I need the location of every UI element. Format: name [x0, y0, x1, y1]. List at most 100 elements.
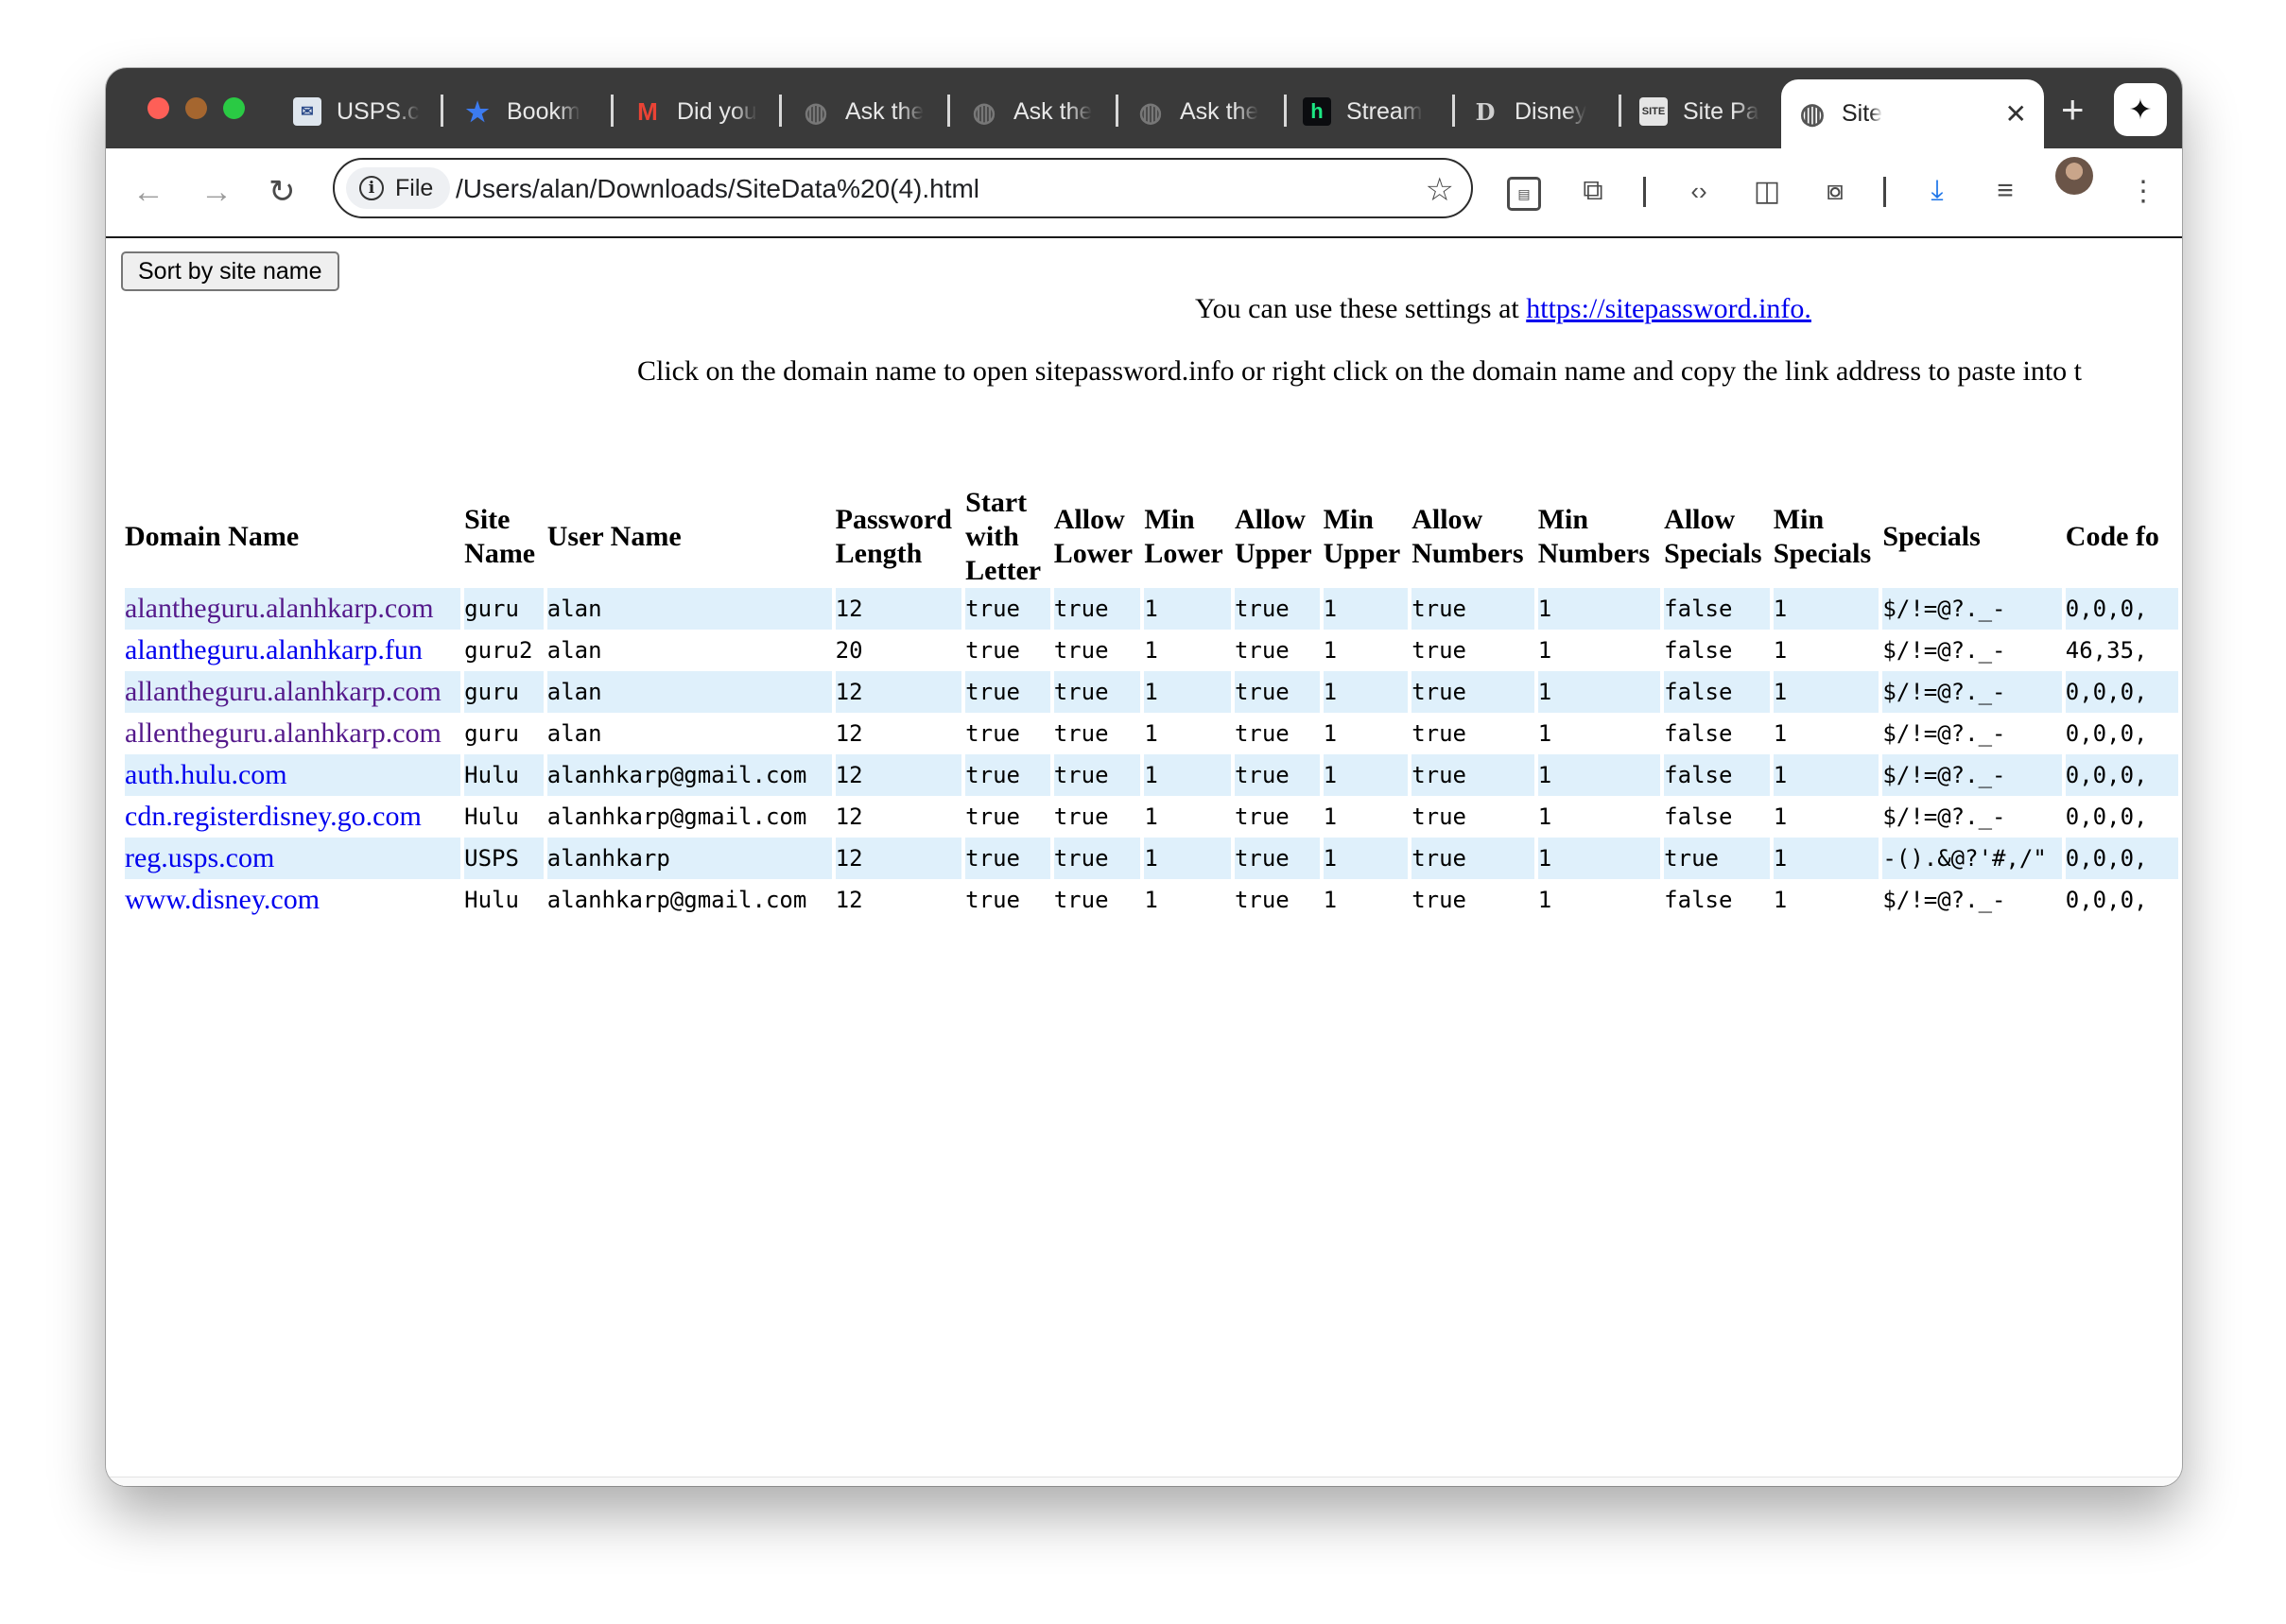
header-text: User Name [546, 521, 682, 552]
header-text: Length [835, 538, 923, 569]
more-menu-icon[interactable]: ⋮ [2125, 173, 2161, 209]
user-name-cell: alanhkarp@gmail.com [546, 803, 807, 830]
domain-link[interactable]: cdn.registerdisney.go.com [125, 801, 422, 832]
tab-separator [1284, 95, 1287, 127]
domain-link[interactable]: allantheguru.alanhkarp.com [125, 676, 442, 707]
table-row: reg.usps.com USPS alanhkarp 12 true true 1 true… [125, 838, 2178, 879]
allow-lower-cell: true [1053, 887, 1109, 913]
site-name-cell: USPS [464, 838, 544, 879]
header-text: Site [464, 504, 511, 535]
tab-title: Ask the [845, 97, 925, 125]
sort-by-site-name-button[interactable]: Sort by site name [121, 251, 339, 291]
code-brackets-icon[interactable]: ‹› [1681, 173, 1717, 209]
header-text: Allow [1053, 504, 1125, 535]
domain-link[interactable]: reg.usps.com [125, 842, 274, 873]
gemini-sparkle-icon[interactable]: ✦ [2114, 83, 2167, 136]
code-for-cell: 0,0,0, [2065, 887, 2148, 913]
allow-lower-cell: true [1053, 720, 1109, 747]
min-specials-cell: 1 [1773, 720, 1788, 747]
header-text: Upper [1234, 538, 1312, 569]
tab-ask-the-1[interactable]: ◍ Ask the [802, 93, 944, 130]
col-header-password-length: Password Length [836, 486, 962, 588]
site-info-chip[interactable]: i File [346, 167, 451, 209]
domain-link[interactable]: www.disney.com [125, 884, 320, 915]
code-for-cell: 0,0,0, [2065, 720, 2148, 747]
globe-icon: ◍ [972, 96, 996, 127]
header-text: Min [1773, 504, 1825, 535]
password-length-cell: 12 [835, 803, 863, 830]
domain-cell: www.disney.com [125, 879, 460, 921]
col-header-code-for: Code fo [2066, 486, 2178, 588]
minimize-window-button[interactable] [185, 97, 207, 119]
header-text: Lower [1144, 538, 1223, 569]
address-url[interactable]: /Users/alan/Downloads/SiteData%20(4).htm… [456, 174, 979, 204]
domain-link[interactable]: alantheguru.alanhkarp.com [125, 593, 434, 624]
tab-gmail[interactable]: M Did you [633, 93, 775, 130]
maximize-window-button[interactable] [223, 97, 245, 119]
col-header-min-numbers: Min Numbers [1538, 486, 1660, 588]
tab-ask-the-3[interactable]: ◍ Ask the [1136, 93, 1278, 130]
forward-arrow-icon[interactable]: → [200, 175, 233, 209]
tab-disney[interactable]: D Disney [1471, 93, 1613, 130]
tab-separator [1452, 95, 1455, 127]
domain-link[interactable]: alantheguru.alanhkarp.fun [125, 634, 423, 665]
domain-link[interactable]: auth.hulu.com [125, 759, 287, 790]
code-for-cell: 0,0,0, [2065, 803, 2148, 830]
download-icon[interactable]: ⤓ [1919, 173, 1955, 209]
col-header-start-with-letter: Start with Letter [965, 486, 1050, 588]
sitepassword-link[interactable]: https://sitepassword.info. [1526, 293, 1811, 324]
allow-upper-cell: true [1234, 671, 1320, 713]
instructions-text: Click on the domain name to open sitepas… [637, 355, 2083, 387]
header-text: Letter [965, 555, 1042, 586]
tab-site-pa[interactable]: SITE Site Pa [1639, 93, 1781, 130]
back-arrow-icon[interactable]: ← [132, 175, 165, 209]
tab-bookmarks[interactable]: ★ Bookm [463, 93, 605, 130]
profile-avatar[interactable] [2055, 157, 2093, 195]
header-text: Name [464, 538, 536, 569]
user-name-cell: alanhkarp@gmail.com [546, 754, 832, 796]
side-panel-icon[interactable]: ◫ [1749, 173, 1785, 209]
address-bar[interactable]: i File /Users/alan/Downloads/SiteData%20… [333, 158, 1473, 218]
min-numbers-cell: 1 [1537, 588, 1661, 630]
tab-ask-the-2[interactable]: ◍ Ask the [970, 93, 1112, 130]
bookmark-star-icon[interactable]: ☆ [1426, 171, 1454, 209]
tab-strip: ✉ USPS.c ★ Bookm M Did you ◍ Ask the ◍ A… [106, 68, 2182, 148]
tab-title: Ask the [1013, 97, 1093, 125]
tab-title: Site Pa [1683, 97, 1759, 125]
tab-usps[interactable]: ✉ USPS.c [293, 93, 435, 130]
min-lower-cell: 1 [1144, 720, 1158, 747]
domain-link[interactable]: allentheguru.alanhkarp.com [125, 717, 442, 749]
user-name-cell: alan [546, 671, 832, 713]
min-lower-cell: 1 [1144, 637, 1158, 664]
allow-lower-cell: true [1053, 803, 1109, 830]
media-queue-icon[interactable]: ≡ [1987, 173, 2023, 209]
header-text: Start [965, 487, 1028, 518]
site-extension-icon[interactable]: ▤ [1507, 177, 1541, 211]
min-upper-cell: 1 [1323, 720, 1338, 747]
min-numbers-cell: 1 [1537, 637, 1552, 664]
allow-lower-cell: true [1053, 588, 1141, 630]
allow-upper-cell: true [1234, 887, 1290, 913]
screen-search-icon[interactable]: ⧇ [1817, 173, 1853, 209]
domain-cell: allantheguru.alanhkarp.com [125, 671, 461, 713]
allow-upper-cell: true [1234, 754, 1320, 796]
min-numbers-cell: 1 [1537, 720, 1552, 747]
close-tab-icon[interactable]: ✕ [2005, 98, 2027, 130]
new-tab-button[interactable]: + [2061, 90, 2085, 130]
horizontal-scrollbar-track[interactable] [106, 1477, 2182, 1486]
password-length-cell: 12 [835, 720, 863, 747]
browser-window: ✉ USPS.c ★ Bookm M Did you ◍ Ask the ◍ A… [106, 68, 2182, 1486]
extensions-puzzle-icon[interactable]: ⧉ [1575, 173, 1611, 209]
header-text: Specials [1882, 521, 1981, 552]
allow-numbers-cell: true [1411, 671, 1534, 713]
start-with-letter-cell: true [965, 720, 1020, 747]
page-content: Sort by site name You can use these sett… [106, 238, 2182, 1486]
close-window-button[interactable] [147, 97, 169, 119]
star-icon: ★ [465, 96, 490, 127]
tab-site-active[interactable]: ◍ Site ✕ [1781, 79, 2044, 148]
reload-icon[interactable]: ↻ [268, 175, 296, 209]
tab-stream[interactable]: h Stream [1303, 93, 1445, 130]
password-length-cell: 12 [835, 754, 962, 796]
tab-title: Ask the [1180, 97, 1259, 125]
allow-specials-cell: true [1664, 838, 1770, 879]
